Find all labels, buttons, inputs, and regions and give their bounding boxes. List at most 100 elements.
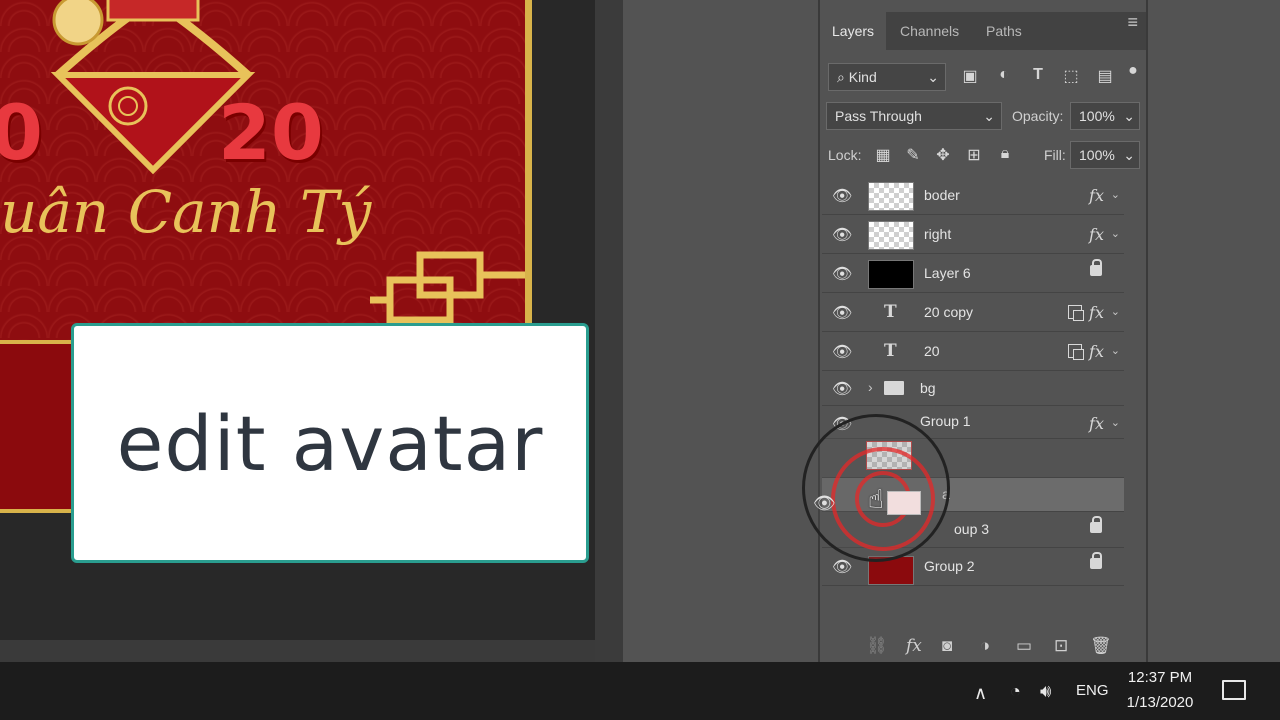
fx-icon[interactable]: fx xyxy=(1089,303,1104,322)
filter-adjustment-icon[interactable]: ◐ xyxy=(994,66,1014,84)
text-layer-icon: T xyxy=(884,302,897,322)
clock-time[interactable]: 12:37 PM xyxy=(1122,669,1198,686)
fx-icon[interactable]: fx xyxy=(1089,342,1104,361)
chevron-down-icon[interactable]: ⌄ xyxy=(1111,344,1120,357)
filter-type-icon[interactable]: T xyxy=(1028,66,1048,84)
layer-row-20-copy[interactable]: 👁︎ T 20 copy fx ⌄ xyxy=(822,294,1124,332)
canvas-horizontal-scrollbar[interactable] xyxy=(0,640,595,662)
layer-name: Group 2 xyxy=(924,558,975,574)
add-style-icon[interactable]: fx xyxy=(906,636,922,656)
volume-icon[interactable]: 🔊︎ xyxy=(1040,681,1051,702)
opacity-label: Opacity: xyxy=(1012,108,1064,124)
layer-row-right[interactable]: 👁︎ right fx ⌄ xyxy=(822,216,1124,254)
hand-cursor-icon: ☝︎ xyxy=(868,484,884,514)
search-icon: ⌕ xyxy=(837,69,845,85)
new-layer-icon[interactable]: ⊡ xyxy=(1054,636,1068,656)
lock-transparent-icon[interactable]: ▦ xyxy=(874,145,892,165)
fill-input[interactable]: 100% ⌄ xyxy=(1070,141,1140,169)
layer-name: right xyxy=(924,226,952,242)
lock-label: Lock: xyxy=(828,147,862,163)
layer-thumbnail xyxy=(868,182,914,211)
tab-channels[interactable]: Channels xyxy=(888,12,971,50)
layer-row-20[interactable]: 👁︎ T 20 fx ⌄ xyxy=(822,333,1124,371)
eye-icon[interactable]: 👁︎ xyxy=(832,186,852,205)
lock-brush-icon[interactable]: ✎ xyxy=(904,145,922,165)
filter-pixel-icon[interactable]: ▣ xyxy=(960,66,980,86)
lock-all-icon[interactable]: 🔒︎ xyxy=(996,145,1014,163)
wifi-icon[interactable]: ◔ xyxy=(1010,681,1021,702)
artwork-lower-frame xyxy=(0,340,79,513)
tab-layers[interactable]: Layers xyxy=(820,12,887,50)
layer-row-layer-6[interactable]: 👁︎ Layer 6 xyxy=(822,255,1124,293)
chevron-down-icon: ⌄ xyxy=(927,69,939,85)
layers-panel: Layers Channels Paths ≡ ⌕ Kind ⌄ ▣ ◐ T ⬚… xyxy=(818,0,1148,662)
language-indicator[interactable]: ENG xyxy=(1076,682,1109,699)
chevron-down-icon[interactable]: ⌄ xyxy=(1111,227,1120,240)
fx-icon[interactable]: fx xyxy=(1089,186,1104,205)
lock-artboard-icon[interactable]: ⊞ xyxy=(965,145,983,165)
new-adjustment-icon[interactable]: ◑ xyxy=(980,636,990,656)
layer-name: Group 1 xyxy=(920,413,971,429)
layers-panel-footer: ⛓︎ fx ◙ ◑ ▭ ⊡ 🗑︎ xyxy=(820,630,1146,662)
artwork-caption: uân Canh Tý xyxy=(0,178,372,246)
filter-kind-label: Kind xyxy=(848,69,877,85)
filter-shape-icon[interactable]: ⬚ xyxy=(1061,66,1081,86)
caption-text: edit avatar xyxy=(116,398,544,488)
eye-icon[interactable]: 👁︎ xyxy=(832,557,852,576)
fx-icon[interactable]: fx xyxy=(1089,414,1104,433)
delete-layer-icon[interactable]: 🗑︎ xyxy=(1090,636,1112,656)
layer-thumbnail xyxy=(887,491,921,515)
layer-row-boder[interactable]: 👁︎ boder fx ⌄ xyxy=(822,177,1124,215)
layer-name: bg xyxy=(920,380,936,396)
layer-name: oup 3 xyxy=(954,521,990,537)
lock-icon xyxy=(1090,552,1102,569)
layer-name: 20 copy xyxy=(924,304,974,320)
eye-icon[interactable]: 👁︎ xyxy=(832,303,852,322)
smart-object-icon xyxy=(1068,305,1084,321)
clock-date[interactable]: 1/13/2020 xyxy=(1122,694,1198,711)
chevron-right-icon[interactable]: › xyxy=(868,379,873,395)
layer-thumbnail xyxy=(868,260,914,289)
caption-card: edit avatar xyxy=(71,323,589,563)
fill-label: Fill: xyxy=(1044,147,1066,163)
workspace-background xyxy=(623,0,818,662)
layer-name: boder xyxy=(924,187,960,203)
artwork-year-left: 0 xyxy=(0,88,43,177)
artwork-year-right: 20 xyxy=(218,88,324,177)
lock-position-icon[interactable]: ✥ xyxy=(934,145,952,165)
eye-icon[interactable]: 👁︎ xyxy=(832,264,852,283)
panel-menu-icon[interactable]: ≡ xyxy=(1127,12,1138,33)
layer-thumbnail xyxy=(868,221,914,250)
blend-mode-select[interactable]: Pass Through ⌄ xyxy=(826,102,1002,130)
notification-icon[interactable] xyxy=(1222,680,1246,700)
chevron-up-icon[interactable]: ∧ xyxy=(974,683,987,704)
add-mask-icon[interactable]: ◙ xyxy=(942,636,952,656)
link-layers-icon[interactable]: ⛓︎ xyxy=(866,636,888,656)
layer-row-bg[interactable]: 👁︎ › bg xyxy=(822,370,1124,406)
eye-icon[interactable]: 👁︎ xyxy=(832,379,852,398)
eye-icon[interactable]: 👁︎ xyxy=(832,225,852,244)
opacity-value: 100% xyxy=(1079,108,1115,124)
layer-name: 20 xyxy=(924,343,940,359)
gold-knot-ornament xyxy=(370,251,530,324)
panel-tab-bar: Layers Channels Paths xyxy=(820,12,1146,50)
smart-object-icon xyxy=(1068,344,1084,360)
blend-mode-label: Pass Through xyxy=(835,108,922,124)
filter-toggle-icon[interactable]: ● xyxy=(1126,62,1140,80)
fill-value: 100% xyxy=(1079,147,1115,163)
eye-icon[interactable]: 👁︎ xyxy=(832,342,852,361)
fx-icon[interactable]: fx xyxy=(1089,225,1104,244)
chevron-down-icon: ⌄ xyxy=(1123,108,1135,124)
filter-kind-select[interactable]: ⌕ Kind ⌄ xyxy=(828,63,946,91)
chevron-down-icon[interactable]: ⌄ xyxy=(1111,188,1120,201)
opacity-input[interactable]: 100% ⌄ xyxy=(1070,102,1140,130)
chevron-down-icon[interactable]: ⌄ xyxy=(1111,305,1120,318)
new-group-icon[interactable]: ▭ xyxy=(1016,636,1032,656)
folder-icon xyxy=(884,381,904,395)
lock-icon xyxy=(1090,259,1102,276)
filter-smartobject-icon[interactable]: ▤ xyxy=(1095,66,1115,86)
chevron-down-icon[interactable]: ⌄ xyxy=(1111,416,1120,429)
chevron-down-icon: ⌄ xyxy=(983,108,995,124)
text-layer-icon: T xyxy=(884,341,897,361)
tab-paths[interactable]: Paths xyxy=(974,12,1034,50)
